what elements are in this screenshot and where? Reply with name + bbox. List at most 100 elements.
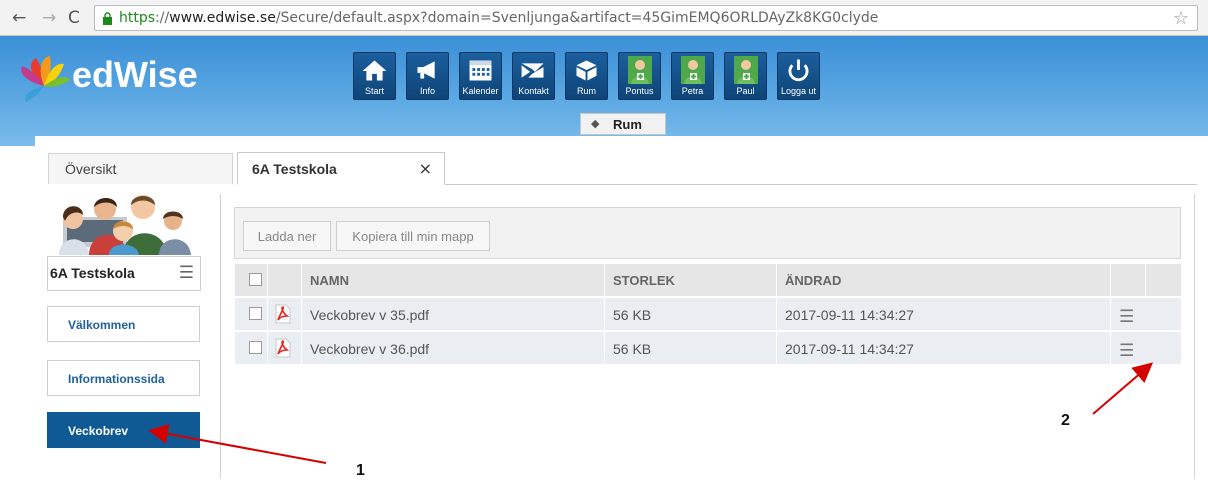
- edwise-logo[interactable]: edWise: [14, 48, 214, 108]
- nav-kontakt-button[interactable]: Kontakt: [512, 52, 555, 100]
- row-icon-cell: [268, 332, 302, 364]
- url-text: https://www.edwise.se/Secure/default.asp…: [119, 10, 878, 26]
- bookmark-star-icon[interactable]: ☆: [1173, 8, 1189, 29]
- url-separator: ://: [155, 10, 170, 26]
- row-icon-cell: [268, 298, 302, 330]
- annotation-number-1: 1: [356, 462, 365, 479]
- sidebar-item-valkommen[interactable]: Välkommen: [47, 306, 200, 342]
- tab-active-label: 6A Testskola: [252, 161, 337, 177]
- row-menu-cell: ☰: [1111, 298, 1181, 330]
- column-header-modified[interactable]: ÄNDRAD: [777, 264, 1111, 296]
- file-size-cell: 56 KB: [605, 332, 777, 364]
- file-modified-cell: 2017-09-11 14:34:27: [777, 298, 1111, 330]
- tab-6a-testskola[interactable]: 6A Testskola ×: [237, 152, 445, 185]
- tab-divider: [445, 184, 1197, 185]
- download-button-label: Ladda ner: [257, 229, 317, 244]
- envelope-icon: [521, 63, 544, 78]
- user-icon: [734, 56, 758, 84]
- file-size: 56 KB: [613, 307, 652, 323]
- row-checkbox[interactable]: [249, 307, 262, 320]
- nav-paul-button[interactable]: Paul: [724, 52, 767, 100]
- main-content: Översikt 6A Testskola × 6A Testskola ☰ V…: [35, 136, 1208, 479]
- url-path: /Secure/default.aspx?domain=Svenljunga&a…: [275, 10, 879, 26]
- address-bar[interactable]: https://www.edwise.se/Secure/default.asp…: [94, 5, 1198, 31]
- power-icon: [788, 59, 809, 82]
- nav-start-label: Start: [364, 86, 384, 96]
- home-icon: [362, 60, 387, 81]
- nav-logout-button[interactable]: Logga ut: [777, 52, 820, 100]
- url-domain: www.edwise.se: [169, 10, 276, 26]
- column-header-name-label: NAMN: [310, 273, 349, 288]
- nav-rum-label: Rum: [576, 86, 596, 96]
- nav-info-button[interactable]: Info: [406, 52, 449, 100]
- file-size: 56 KB: [613, 341, 652, 357]
- nav-kalender-label: Kalender: [462, 86, 499, 96]
- nav-pontus-button[interactable]: Pontus: [618, 52, 661, 100]
- reload-icon[interactable]: C: [68, 8, 80, 28]
- sidebar-item-label: Informationssida: [68, 372, 165, 386]
- row-menu-icon[interactable]: ☰: [1119, 307, 1173, 327]
- copy-button-label: Kopiera till min mapp: [352, 229, 474, 244]
- file-name-cell[interactable]: Veckobrev v 35.pdf: [302, 298, 605, 330]
- nav-kontakt-label: Kontakt: [518, 86, 549, 96]
- close-tab-icon[interactable]: ×: [419, 159, 432, 178]
- pdf-icon: [275, 304, 291, 324]
- row-menu-icon[interactable]: ☰: [1119, 341, 1173, 361]
- logo-flower-icon: [21, 56, 70, 102]
- nav-info-label: Info: [419, 86, 435, 96]
- row-select-cell: [235, 298, 268, 330]
- pdf-icon: [275, 338, 291, 358]
- row-menu-cell: ☰: [1111, 332, 1181, 364]
- table-header: NAMN STORLEK ÄNDRAD: [235, 264, 1181, 296]
- cube-icon: [576, 60, 597, 81]
- browser-toolbar: ← → C https://www.edwise.se/Secure/defau…: [0, 0, 1208, 36]
- annotation-number-2: 2: [1061, 412, 1070, 429]
- file-toolbar: Ladda ner Kopiera till min mapp: [234, 207, 1181, 259]
- table-row[interactable]: Veckobrev v 35.pdf 56 KB 2017-09-11 14:3…: [235, 298, 1181, 330]
- sidebar-item-label: Veckobrev: [68, 424, 129, 438]
- file-size-cell: 56 KB: [605, 298, 777, 330]
- logo-text: edWise: [72, 54, 198, 95]
- hamburger-menu-icon[interactable]: ☰: [179, 263, 194, 283]
- nav-paul-label: Paul: [736, 86, 755, 96]
- tab-overview-label: Översikt: [65, 161, 117, 177]
- header-icon-cell: [268, 264, 302, 296]
- section-label-text: Rum: [613, 117, 642, 132]
- megaphone-icon: [417, 61, 435, 79]
- nav-start-button[interactable]: Start: [353, 52, 396, 100]
- nav-petra-button[interactable]: Petra: [671, 52, 714, 100]
- file-modified-cell: 2017-09-11 14:34:27: [777, 332, 1111, 364]
- row-select-cell: [235, 332, 268, 364]
- lock-icon: [103, 12, 112, 25]
- user-icon: [681, 56, 705, 84]
- file-modified: 2017-09-11 14:34:27: [785, 341, 914, 357]
- file-modified: 2017-09-11 14:34:27: [785, 307, 914, 323]
- back-icon[interactable]: ←: [12, 8, 26, 28]
- download-button[interactable]: Ladda ner: [243, 221, 331, 251]
- sidebar-item-label: Välkommen: [68, 318, 136, 332]
- table-row[interactable]: Veckobrev v 36.pdf 56 KB 2017-09-11 14:3…: [235, 332, 1181, 364]
- column-header-size[interactable]: STORLEK: [605, 264, 777, 296]
- nav-pontus-label: Pontus: [625, 86, 654, 96]
- cube-icon: ◆: [591, 117, 600, 130]
- url-scheme: https: [119, 10, 156, 26]
- header-spacer-cell: [1111, 264, 1146, 296]
- select-all-checkbox[interactable]: [249, 273, 262, 286]
- user-icon: [628, 56, 652, 84]
- column-header-name[interactable]: NAMN: [302, 264, 605, 296]
- nav-kalender-button[interactable]: Kalender: [459, 52, 502, 100]
- sidebar-item-informationssida[interactable]: Informationssida: [47, 360, 200, 396]
- nav-petra-label: Petra: [681, 86, 704, 96]
- copy-to-folder-button[interactable]: Kopiera till min mapp: [336, 221, 490, 251]
- forward-icon[interactable]: →: [42, 8, 56, 28]
- section-label: ◆ Rum: [580, 113, 666, 135]
- tab-overview[interactable]: Översikt: [48, 153, 233, 184]
- header-select-cell: [235, 264, 268, 296]
- row-checkbox[interactable]: [249, 341, 262, 354]
- nav-rum-button[interactable]: Rum: [565, 52, 608, 100]
- file-name: Veckobrev v 35.pdf: [310, 307, 430, 323]
- sidebar-item-veckobrev[interactable]: Veckobrev: [47, 412, 200, 448]
- calendar-icon: [469, 60, 492, 81]
- file-name-cell[interactable]: Veckobrev v 36.pdf: [302, 332, 605, 364]
- column-header-size-label: STORLEK: [613, 273, 675, 288]
